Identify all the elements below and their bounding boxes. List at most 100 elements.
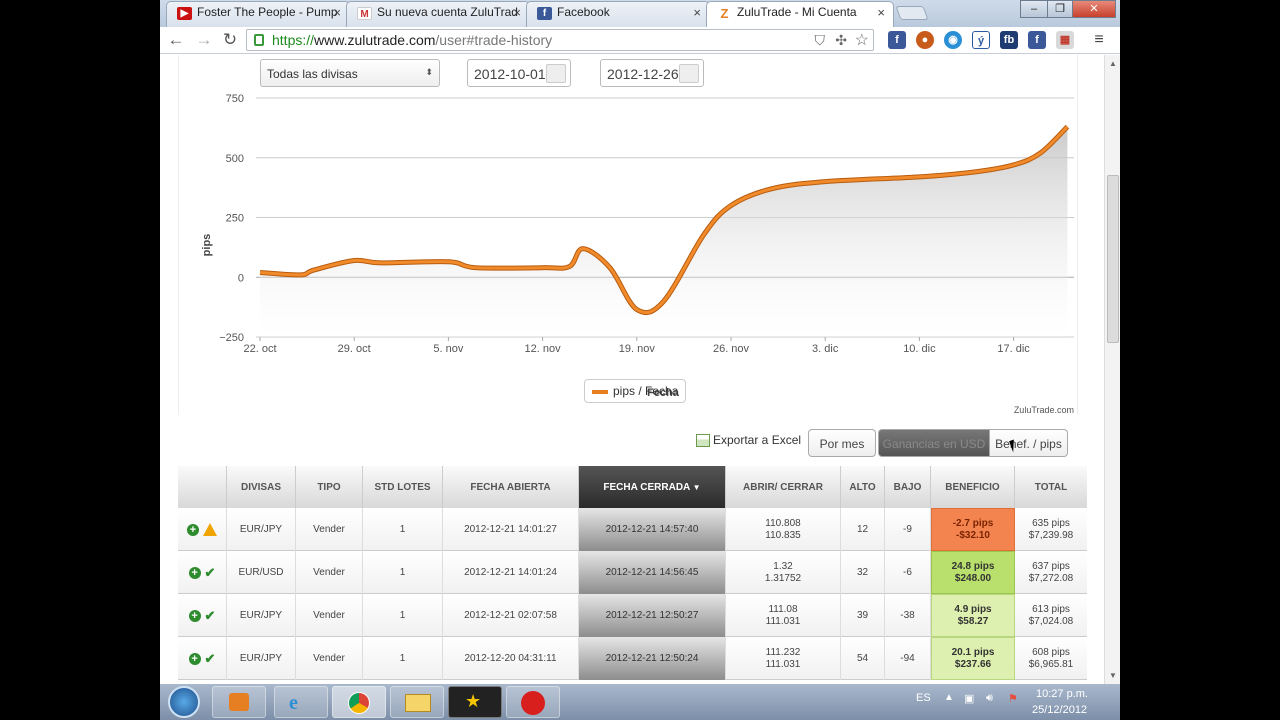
calendar-icon[interactable]: [679, 64, 699, 83]
col-alto[interactable]: ALTO: [841, 466, 885, 508]
tab-zulutrade[interactable]: Z ZuluTrade - Mi Cuenta ×: [706, 1, 894, 28]
pair-text: EUR/JPY: [239, 523, 283, 535]
gains-usd-button[interactable]: Ganancias en USD: [878, 429, 990, 457]
table-row[interactable]: + ✔ EUR/JPY Vender 1 2012-12-21 02:07:58 2012-…: [178, 594, 1087, 637]
currency-select[interactable]: Todas las divisas ⬍: [260, 59, 440, 87]
date-to-input[interactable]: 2012-12-26: [600, 59, 704, 87]
table-row[interactable]: + EUR/JPY Vender 1 2012-12-21 14:01:27 2012-1…: [178, 508, 1087, 551]
close-price: 111.031: [765, 615, 801, 627]
col-beneficio[interactable]: BENEFICIO: [931, 466, 1015, 508]
expand-icon[interactable]: +: [188, 652, 201, 665]
profit-pips-button[interactable]: Benef. / pips: [989, 429, 1068, 457]
scroll-thumb[interactable]: [1107, 175, 1119, 343]
address-bar[interactable]: https://www.zulutrade.com/user#trade-his…: [246, 29, 874, 51]
col-fecha-cerrada[interactable]: FECHA CERRADA ▼: [579, 466, 726, 508]
facebook-share-icon[interactable]: f: [1028, 31, 1046, 49]
fb-ext-icon[interactable]: fb: [1000, 31, 1018, 49]
lots-text: 1: [399, 566, 406, 578]
cell-opened: 2012-12-21 02:07:58: [443, 594, 579, 637]
chrome-icon[interactable]: [332, 686, 386, 718]
closed-text: 2012-12-21 12:50:24: [605, 652, 699, 664]
opened-text: 2012-12-21 14:01:24: [464, 566, 557, 578]
warning-icon: [203, 523, 217, 536]
calendar-icon[interactable]: [546, 64, 566, 83]
bookmark-star-icon[interactable]: ☆: [855, 30, 869, 50]
forward-icon[interactable]: →: [194, 30, 214, 50]
app-red-icon[interactable]: [506, 686, 560, 718]
profit-pips: -2.7 pips: [952, 517, 994, 529]
expand-icon[interactable]: +: [187, 523, 199, 536]
maximize-button[interactable]: ❐: [1047, 0, 1073, 18]
chart-legend[interactable]: pips / Fecha: [584, 379, 686, 403]
cell-closed: 2012-12-21 14:57:40: [579, 508, 726, 551]
cell-total: 635 pips $7,239.98: [1015, 508, 1087, 551]
col-total[interactable]: TOTAL: [1015, 466, 1087, 508]
tab-youtube[interactable]: ▶ Foster The People - Pump ×: [166, 1, 350, 27]
folder-icon[interactable]: [390, 686, 444, 718]
table-row[interactable]: + ✔ EUR/JPY Vender 1 2012-12-20 04:31:11 2012-…: [178, 637, 1087, 680]
total-usd: $7,272.08: [1028, 572, 1074, 584]
expand-icon[interactable]: +: [188, 566, 201, 579]
leaf-ext-icon[interactable]: ý: [972, 31, 990, 49]
cell-opened: 2012-12-20 04:31:11: [443, 637, 579, 680]
reload-icon[interactable]: ↻: [220, 30, 240, 50]
col-bajo[interactable]: BAJO: [885, 466, 931, 508]
close-tab-icon[interactable]: ×: [513, 5, 521, 20]
movie-maker-icon[interactable]: ★: [448, 686, 502, 718]
cell-open-close: 110.808 110.835: [726, 508, 841, 551]
clock-time[interactable]: 10:27 p.m.: [1036, 688, 1088, 700]
scroll-down-icon[interactable]: ▼: [1109, 671, 1117, 680]
cell-pair: EUR/JPY: [227, 594, 296, 637]
vertical-scrollbar[interactable]: ▲ ▼: [1104, 55, 1120, 684]
media-player-icon[interactable]: [212, 686, 266, 718]
expand-icon[interactable]: +: [188, 609, 201, 622]
language-indicator[interactable]: ES: [916, 692, 931, 704]
date-from-input[interactable]: 2012-10-01: [467, 59, 571, 87]
col-std-lotes[interactable]: STD LOTES: [363, 466, 443, 508]
clock-date[interactable]: 25/12/2012: [1032, 704, 1087, 716]
sort-desc-icon: ▼: [692, 483, 701, 492]
facebook-ext-icon[interactable]: f: [888, 31, 906, 49]
back-icon[interactable]: ←: [166, 30, 186, 50]
scroll-up-icon[interactable]: ▲: [1109, 59, 1117, 68]
close-window-button[interactable]: ✕: [1072, 0, 1116, 18]
y-tick-label: 0: [238, 272, 244, 284]
show-hidden-icon[interactable]: ▲: [944, 692, 954, 703]
y-tick-label: 750: [226, 93, 244, 105]
per-month-button[interactable]: Por mes: [808, 429, 876, 457]
new-tab-button[interactable]: [895, 6, 929, 20]
close-tab-icon[interactable]: ×: [693, 5, 701, 20]
menu-icon[interactable]: ≡: [1090, 31, 1108, 49]
x-tick-label: 22. oct: [243, 343, 276, 355]
internet-explorer-icon[interactable]: e: [274, 686, 328, 718]
col-abrir-cerrar[interactable]: ABRIR/ CERRAR: [726, 466, 841, 508]
col-divisas[interactable]: DIVISAS: [227, 466, 296, 508]
cell-low: -38: [885, 594, 931, 637]
chart-credit[interactable]: ZuluTrade.com: [1014, 405, 1074, 415]
close-tab-icon[interactable]: ×: [877, 5, 885, 20]
cell-closed: 2012-12-21 12:50:24: [579, 637, 726, 680]
eye-ext-icon[interactable]: ◉: [944, 31, 962, 49]
export-excel-link[interactable]: Exportar a Excel: [696, 433, 801, 448]
volume-icon[interactable]: 🔊︎: [986, 692, 993, 705]
profile-ext-icon[interactable]: ●: [916, 31, 934, 49]
tab-gmail[interactable]: M Su nueva cuenta ZuluTrad ×: [346, 1, 530, 27]
x-tick-label: 5. nov: [433, 343, 463, 355]
tab-facebook[interactable]: f Facebook ×: [526, 1, 710, 27]
col-tipo[interactable]: TIPO: [296, 466, 363, 508]
cell-type: Vender: [296, 508, 363, 551]
col-fecha-abierta[interactable]: FECHA ABIERTA: [443, 466, 579, 508]
puzzle-icon[interactable]: ✣: [835, 32, 847, 49]
shield-icon[interactable]: ⛉: [815, 32, 826, 49]
select-arrows-icon: ⬍: [425, 67, 433, 77]
network-icon[interactable]: ▣: [964, 692, 974, 705]
cell-lots: 1: [363, 508, 443, 551]
calendar-ext-icon[interactable]: ▦: [1056, 31, 1074, 49]
cell-high: 54: [841, 637, 885, 680]
row-icons: + ✔: [178, 551, 227, 594]
start-button[interactable]: [168, 686, 200, 718]
close-tab-icon[interactable]: ×: [333, 5, 341, 20]
minimize-button[interactable]: –: [1020, 0, 1048, 18]
action-center-icon[interactable]: ⚑: [1008, 692, 1018, 705]
table-row[interactable]: + ✔ EUR/USD Vender 1 2012-12-21 14:01:24 2012-…: [178, 551, 1087, 594]
